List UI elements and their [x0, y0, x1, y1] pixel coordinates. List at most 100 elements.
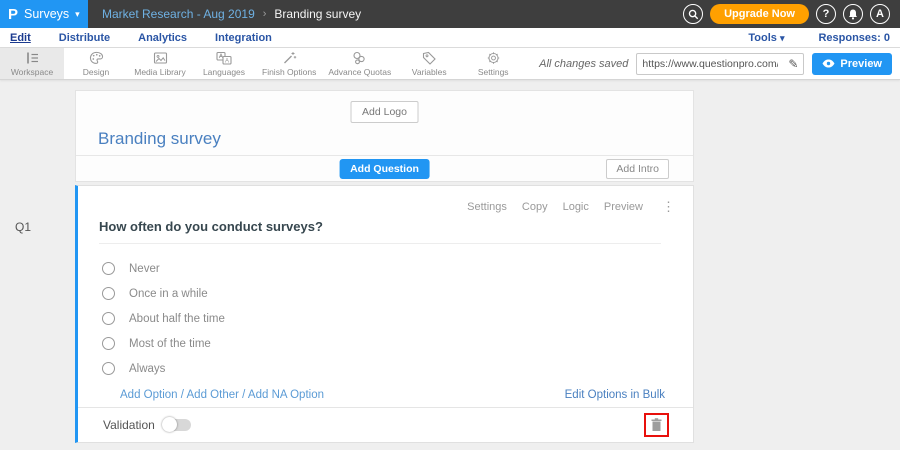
option-row: About half the time: [102, 306, 225, 331]
answer-options: Never Once in a while About half the tim…: [102, 256, 225, 381]
tab-analytics[interactable]: Analytics: [138, 32, 187, 44]
chevron-down-icon: ▾: [75, 9, 80, 20]
survey-header-card: Add Logo Branding survey Add Question Ad…: [75, 90, 694, 182]
account-avatar[interactable]: A: [870, 4, 890, 24]
bell-icon: [848, 9, 858, 20]
topbar-actions: Upgrade Now ? A: [683, 4, 900, 24]
toolbar-item-design[interactable]: Design: [64, 48, 128, 79]
add-intro-button[interactable]: Add Intro: [606, 159, 669, 179]
tools-menu[interactable]: Tools ▾: [748, 32, 784, 44]
breadcrumb-separator: ›: [263, 8, 267, 20]
edit-pencil-icon[interactable]: ✎: [783, 57, 803, 71]
wand-icon: [282, 51, 297, 65]
toolbar-label: Media Library: [134, 67, 186, 77]
toolbar-item-languages[interactable]: A Languages: [192, 48, 256, 79]
toolbar-label: Workspace: [11, 67, 53, 77]
question-index-label: Q1: [15, 220, 31, 234]
radio-button-icon[interactable]: [102, 262, 115, 275]
eye-icon: [822, 59, 835, 68]
notifications-button[interactable]: [843, 4, 863, 24]
surveys-menu-label: Surveys: [24, 7, 69, 21]
upgrade-now-button[interactable]: Upgrade Now: [710, 4, 809, 24]
validation-label: Validation: [103, 418, 155, 432]
toggle-knob: [162, 417, 177, 432]
validation-toggle[interactable]: [164, 419, 191, 431]
question-copy-link[interactable]: Copy: [522, 201, 548, 213]
option-row: Always: [102, 356, 225, 381]
toolbar-label: Languages: [203, 67, 245, 77]
question-card: Settings Copy Logic Preview ⋮ How often …: [75, 185, 694, 443]
toolbar-item-workspace[interactable]: Workspace: [0, 48, 64, 79]
preview-button[interactable]: Preview: [812, 53, 892, 75]
help-button[interactable]: ?: [816, 4, 836, 24]
survey-url-input[interactable]: [637, 58, 783, 70]
toolbar-label: Design: [83, 67, 109, 77]
question-preview-link[interactable]: Preview: [604, 201, 643, 213]
search-button[interactable]: [683, 4, 703, 24]
surveys-menu[interactable]: P Surveys ▾: [0, 0, 88, 28]
translate-icon: A: [216, 51, 232, 65]
option-label[interactable]: Always: [129, 363, 165, 375]
toolbar-item-advance-quotas[interactable]: Advance Quotas: [322, 48, 397, 79]
palette-icon: [89, 51, 104, 65]
link-separator: /: [181, 389, 184, 401]
radio-button-icon[interactable]: [102, 337, 115, 350]
question-logic-link[interactable]: Logic: [563, 201, 589, 213]
option-label[interactable]: Once in a while: [129, 288, 208, 300]
preview-label: Preview: [840, 58, 882, 70]
radio-button-icon[interactable]: [102, 312, 115, 325]
search-icon: [688, 9, 699, 20]
option-label[interactable]: Most of the time: [129, 338, 211, 350]
radio-button-icon[interactable]: [102, 287, 115, 300]
survey-url-box: ✎: [636, 53, 804, 75]
delete-question-highlight[interactable]: [644, 413, 669, 437]
edit-options-in-bulk-link[interactable]: Edit Options in Bulk: [565, 389, 665, 401]
more-options-icon[interactable]: ⋮: [662, 199, 675, 215]
tab-integration[interactable]: Integration: [215, 32, 272, 44]
toolbar-label: Variables: [412, 67, 447, 77]
survey-header-footer: Add Question Add Intro: [76, 155, 693, 181]
option-label[interactable]: Never: [129, 263, 160, 275]
radio-button-icon[interactable]: [102, 362, 115, 375]
add-option-link[interactable]: Add Option: [120, 389, 178, 401]
editor-toolbar: Workspace Design Media Library A Languag…: [0, 48, 900, 80]
toolbar-item-variables[interactable]: Variables: [397, 48, 461, 79]
toolbar-label: Finish Options: [262, 67, 316, 77]
breadcrumb: Market Research - Aug 2019 › Branding su…: [102, 7, 361, 21]
tab-distribute[interactable]: Distribute: [59, 32, 110, 44]
toolbar-item-finish-options[interactable]: Finish Options: [256, 48, 322, 79]
toolbar-label: Settings: [478, 67, 509, 77]
toolbar-item-media-library[interactable]: Media Library: [128, 48, 192, 79]
add-logo-button[interactable]: Add Logo: [350, 101, 419, 123]
breadcrumb-current: Branding survey: [274, 7, 361, 21]
tab-edit[interactable]: Edit: [10, 32, 31, 44]
question-settings-link[interactable]: Settings: [467, 201, 507, 213]
section-nav: Edit Distribute Analytics Integration To…: [0, 28, 900, 48]
add-option-links: Add Option / Add Other / Add NA Option: [120, 389, 324, 401]
toolbar-item-settings[interactable]: Settings: [461, 48, 525, 79]
link-separator: /: [242, 389, 245, 401]
question-footer-bar: Validation: [78, 407, 693, 442]
option-row: Never: [102, 256, 225, 281]
add-na-option-link[interactable]: Add NA Option: [248, 389, 324, 401]
image-icon: [153, 51, 168, 65]
breadcrumb-folder-link[interactable]: Market Research - Aug 2019: [102, 7, 255, 21]
option-label[interactable]: About half the time: [129, 313, 225, 325]
toolbar-label: Advance Quotas: [328, 67, 391, 77]
responses-count[interactable]: Responses: 0: [818, 32, 890, 44]
question-menu: Settings Copy Logic Preview ⋮: [467, 199, 675, 215]
svg-text:A: A: [225, 58, 229, 64]
help-icon: ?: [823, 8, 830, 20]
workspace-icon: [25, 51, 40, 65]
add-question-button[interactable]: Add Question: [339, 159, 430, 179]
survey-title[interactable]: Branding survey: [98, 129, 221, 149]
option-row: Most of the time: [102, 331, 225, 356]
tools-label: Tools: [748, 32, 777, 44]
add-other-link[interactable]: Add Other: [187, 389, 239, 401]
trash-icon: [651, 418, 662, 432]
toolbar-right: All changes saved ✎ Preview: [539, 48, 900, 79]
question-text-field[interactable]: How often do you conduct surveys?: [99, 219, 661, 244]
avatar-initial: A: [876, 8, 884, 20]
nav-right: Tools ▾ Responses: 0: [748, 32, 890, 44]
questionpro-logo-icon: P: [8, 7, 18, 22]
